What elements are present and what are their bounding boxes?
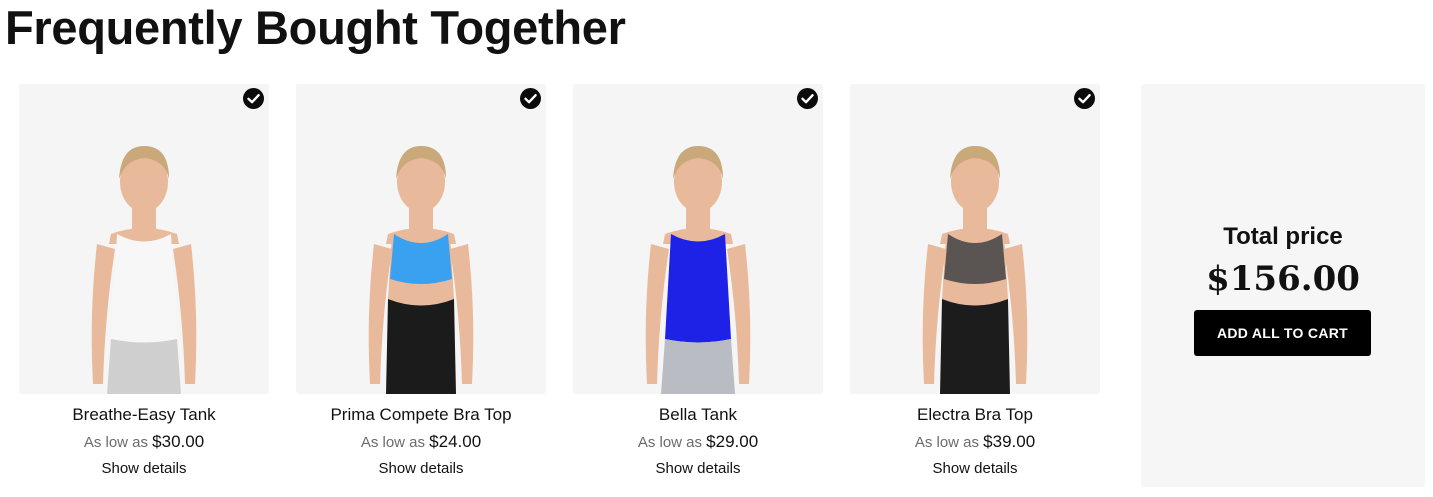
selected-check-icon[interactable] bbox=[1074, 88, 1095, 109]
selected-check-icon[interactable] bbox=[797, 88, 818, 109]
product-price: $29.00 bbox=[706, 432, 759, 451]
total-price-label: Total price bbox=[1223, 223, 1343, 250]
product-price: $24.00 bbox=[429, 432, 482, 451]
price-prefix: As low as bbox=[83, 434, 153, 451]
product-card: Electra Bra Top As low as $39.00 Show de… bbox=[850, 84, 1100, 479]
product-card: Bella Tank As low as $29.00 Show details bbox=[573, 84, 823, 479]
product-card: Prima Compete Bra Top As low as $24.00 S… bbox=[296, 84, 546, 479]
product-name[interactable]: Breathe-Easy Tank bbox=[19, 405, 269, 425]
product-image[interactable] bbox=[296, 84, 546, 394]
selected-check-icon[interactable] bbox=[243, 88, 264, 109]
product-card: Breathe-Easy Tank As low as $30.00 Show … bbox=[19, 84, 269, 479]
product-name[interactable]: Electra Bra Top bbox=[850, 405, 1100, 425]
product-price: $30.00 bbox=[152, 432, 205, 451]
product-image[interactable] bbox=[850, 84, 1100, 394]
price-prefix: As low as bbox=[914, 434, 984, 451]
product-photo-figure bbox=[850, 84, 1100, 394]
add-all-to-cart-button[interactable]: ADD ALL TO CART bbox=[1194, 310, 1371, 356]
product-name[interactable]: Prima Compete Bra Top bbox=[296, 405, 546, 425]
product-image[interactable] bbox=[19, 84, 269, 394]
product-price-row: As low as $24.00 bbox=[296, 432, 546, 453]
total-price-value: $156.00 bbox=[1206, 259, 1360, 299]
selected-check-icon[interactable] bbox=[520, 88, 541, 109]
product-price-row: As low as $39.00 bbox=[850, 432, 1100, 453]
show-details-link[interactable]: Show details bbox=[19, 459, 269, 479]
product-photo-figure bbox=[19, 84, 269, 394]
show-details-link[interactable]: Show details bbox=[296, 459, 546, 479]
section-title: Frequently Bought Together bbox=[5, 1, 626, 54]
product-photo-figure bbox=[296, 84, 546, 394]
total-panel: Total price $156.00 ADD ALL TO CART bbox=[1141, 84, 1425, 487]
product-name[interactable]: Bella Tank bbox=[573, 405, 823, 425]
price-prefix: As low as bbox=[637, 434, 707, 451]
show-details-link[interactable]: Show details bbox=[573, 459, 823, 479]
price-prefix: As low as bbox=[360, 434, 430, 451]
show-details-link[interactable]: Show details bbox=[850, 459, 1100, 479]
product-price: $39.00 bbox=[983, 432, 1036, 451]
product-price-row: As low as $29.00 bbox=[573, 432, 823, 453]
product-price-row: As low as $30.00 bbox=[19, 432, 269, 453]
product-photo-figure bbox=[573, 84, 823, 394]
product-image[interactable] bbox=[573, 84, 823, 394]
